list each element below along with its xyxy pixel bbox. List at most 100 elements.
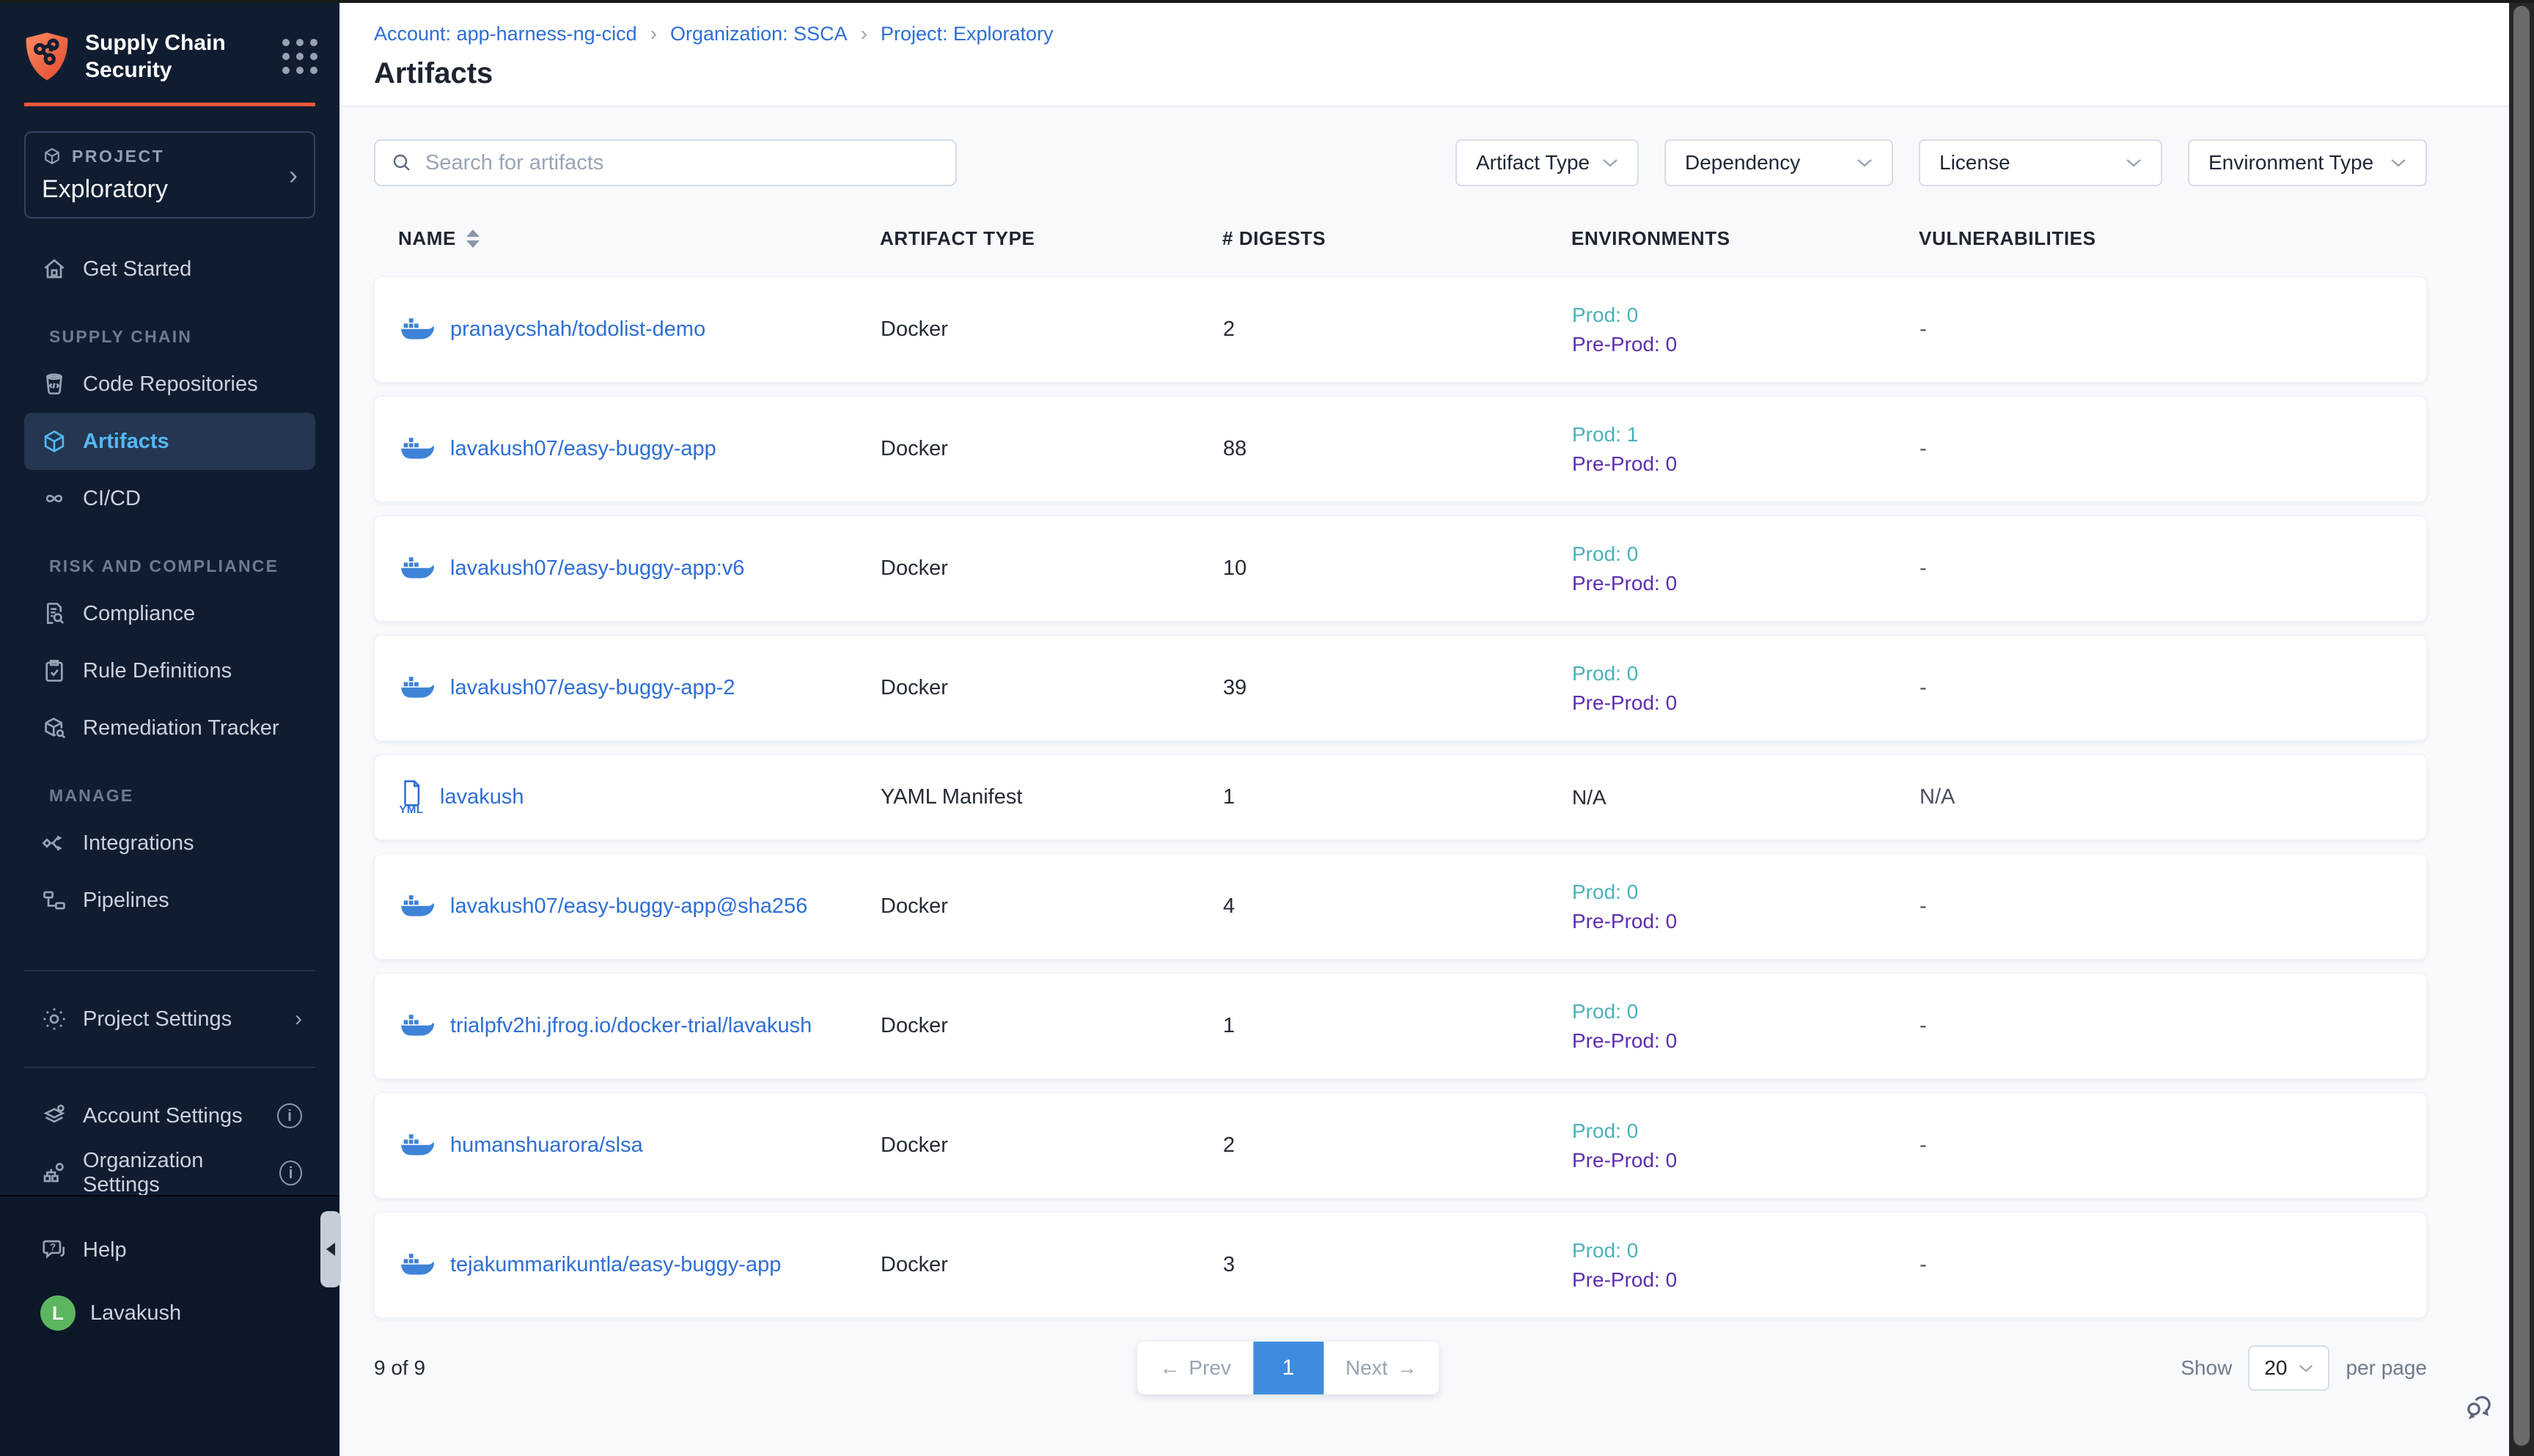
prev-page-button[interactable]: ← Prev xyxy=(1137,1342,1253,1394)
breadcrumb-project-link[interactable]: Project: Exploratory xyxy=(881,23,1054,45)
table-row: YML lavakush YAML Manifest 1 N/A N/A xyxy=(374,754,2427,840)
sidebar-item-label: Code Repositories xyxy=(83,372,258,397)
project-cube-icon xyxy=(42,146,62,166)
preprod-env-link[interactable]: Pre-Prod: 0 xyxy=(1572,691,1920,715)
sidebar-collapse-handle[interactable] xyxy=(320,1211,341,1287)
artifact-name-link[interactable]: lavakush07/easy-buggy-app:v6 xyxy=(450,556,744,581)
next-label: Next xyxy=(1345,1356,1388,1380)
artifact-name-link[interactable]: lavakush07/easy-buggy-app xyxy=(450,437,716,461)
sidebar-item-pipelines[interactable]: Pipelines xyxy=(24,872,315,929)
filter-label: License xyxy=(1939,151,2010,174)
prod-env-link[interactable]: Prod: 0 xyxy=(1572,304,1920,327)
search-input[interactable] xyxy=(425,151,941,175)
artifact-name-link[interactable]: lavakush07/easy-buggy-app@sha256 xyxy=(450,894,807,919)
column-header-artifact-type: ARTIFACT TYPE xyxy=(880,227,1222,250)
sidebar-item-integrations[interactable]: Integrations xyxy=(24,815,315,872)
vulnerabilities-cell: - xyxy=(1920,1133,2426,1158)
sidebar-item-organization-settings[interactable]: Organization Settings i xyxy=(24,1144,315,1202)
section-supply-chain: SUPPLY CHAIN xyxy=(49,327,339,347)
environment-type-filter[interactable]: Environment Type xyxy=(2188,139,2427,186)
page-size-value: 20 xyxy=(2264,1356,2287,1380)
artifact-name-link[interactable]: pranaycshah/todolist-demo xyxy=(450,317,705,342)
prod-env-link[interactable]: Prod: 1 xyxy=(1572,423,1920,446)
scrollbar-thumb[interactable] xyxy=(2513,6,2530,1446)
project-label: PROJECT xyxy=(72,147,164,166)
column-header-vulnerabilities: VULNERABILITIES xyxy=(1919,227,2427,250)
yaml-icon: YML xyxy=(399,779,424,816)
digest-count-cell: 3 xyxy=(1223,1253,1572,1277)
supply-chain-security-logo-icon xyxy=(23,31,70,82)
table-row: trialpfv2hi.jfrog.io/docker-trial/lavaku… xyxy=(374,973,2427,1079)
sidebar-item-code-repositories[interactable]: Code Repositories xyxy=(24,356,315,413)
artifact-type-filter[interactable]: Artifact Type xyxy=(1455,139,1639,186)
window-scrollbar[interactable] xyxy=(2509,0,2534,1456)
info-icon[interactable]: i xyxy=(279,1161,302,1185)
environments-cell: Prod: 0 Pre-Prod: 0 xyxy=(1572,1119,1920,1172)
sidebar-item-cicd[interactable]: CI/CD xyxy=(24,470,315,527)
infinity-icon xyxy=(40,485,68,512)
document-search-icon xyxy=(40,600,68,628)
preprod-env-link[interactable]: Pre-Prod: 0 xyxy=(1572,910,1920,933)
chevron-down-icon xyxy=(1857,158,1873,168)
docker-icon xyxy=(399,555,434,583)
sidebar-item-get-started[interactable]: Get Started xyxy=(24,240,315,298)
preprod-env-link[interactable]: Pre-Prod: 0 xyxy=(1572,1149,1920,1172)
artifact-name-link[interactable]: trialpfv2hi.jfrog.io/docker-trial/lavaku… xyxy=(450,1014,812,1038)
preprod-env-link[interactable]: Pre-Prod: 0 xyxy=(1572,1029,1920,1053)
preprod-env-link[interactable]: Pre-Prod: 0 xyxy=(1572,1268,1920,1292)
sidebar-item-label: Project Settings xyxy=(83,1007,232,1032)
support-chat-icon[interactable] xyxy=(2462,1388,2497,1427)
prod-env-link[interactable]: Prod: 0 xyxy=(1572,880,1920,904)
prod-env-link[interactable]: Prod: 0 xyxy=(1572,1119,1920,1143)
sort-icon[interactable] xyxy=(466,229,480,248)
sidebar-item-remediation-tracker[interactable]: Remediation Tracker xyxy=(24,699,315,757)
sidebar-item-artifacts[interactable]: Artifacts xyxy=(24,413,315,470)
project-name: Exploratory xyxy=(42,175,289,204)
environments-cell: Prod: 0 Pre-Prod: 0 xyxy=(1572,1239,1920,1292)
table-row: pranaycshah/todolist-demo Docker 2 Prod:… xyxy=(374,276,2427,383)
page-size-select[interactable]: 20 xyxy=(2248,1345,2329,1391)
pager: ← Prev 1 Next → xyxy=(1137,1342,1439,1394)
environments-cell: N/A xyxy=(1572,786,1920,809)
sidebar-item-help[interactable]: ? Help xyxy=(24,1218,315,1282)
sidebar-item-compliance[interactable]: Compliance xyxy=(24,585,315,642)
digest-count-cell: 88 xyxy=(1223,437,1572,461)
sidebar-item-project-settings[interactable]: Project Settings › xyxy=(24,990,315,1048)
preprod-env-link[interactable]: Pre-Prod: 0 xyxy=(1572,452,1920,476)
project-selector[interactable]: PROJECT Exploratory › xyxy=(24,131,315,218)
vulnerabilities-cell: - xyxy=(1920,1014,2426,1038)
prod-env-link[interactable]: Prod: 0 xyxy=(1572,543,1920,566)
pagination-bar: 9 of 9 ← Prev 1 Next → Show 20 per page xyxy=(374,1340,2427,1396)
main-area: Account: app-harness-ng-cicd › Organizat… xyxy=(339,0,2509,1456)
filter-label: Environment Type xyxy=(2208,151,2373,174)
user-menu[interactable]: L Lavakush xyxy=(24,1282,315,1345)
preprod-env-link[interactable]: Pre-Prod: 0 xyxy=(1572,333,1920,356)
preprod-env-link[interactable]: Pre-Prod: 0 xyxy=(1572,572,1920,595)
page-number-button[interactable]: 1 xyxy=(1253,1342,1323,1394)
sidebar-item-account-settings[interactable]: Account Settings i xyxy=(24,1087,315,1144)
breadcrumb-organization-link[interactable]: Organization: SSCA xyxy=(670,23,848,45)
sidebar-nav: Get Started SUPPLY CHAIN Code Repositori… xyxy=(0,240,339,1202)
artifact-name-link[interactable]: humanshuarora/slsa xyxy=(450,1133,643,1158)
show-label: Show xyxy=(2181,1356,2232,1380)
breadcrumb-account-link[interactable]: Account: app-harness-ng-cicd xyxy=(374,23,637,45)
module-switcher-grid-icon[interactable] xyxy=(282,39,317,74)
sidebar-item-rule-definitions[interactable]: Rule Definitions xyxy=(24,642,315,699)
page-size-group: Show 20 per page xyxy=(2181,1345,2427,1391)
prod-env-link[interactable]: Prod: 0 xyxy=(1572,1000,1920,1023)
code-repository-icon xyxy=(40,370,68,398)
next-page-button[interactable]: Next → xyxy=(1323,1342,1439,1394)
license-filter[interactable]: License xyxy=(1919,139,2162,186)
artifact-name-link[interactable]: lavakush xyxy=(440,785,524,809)
sidebar: Supply Chain Security PROJECT Explorator… xyxy=(0,0,339,1456)
artifact-name-link[interactable]: tejakummarikuntla/easy-buggy-app xyxy=(450,1253,781,1277)
app-title: Supply Chain Security xyxy=(85,29,240,84)
prod-env-link[interactable]: Prod: 0 xyxy=(1572,1239,1920,1262)
artifact-name-link[interactable]: lavakush07/easy-buggy-app-2 xyxy=(450,676,735,700)
info-icon[interactable]: i xyxy=(277,1103,302,1128)
artifact-name-cell: YML lavakush xyxy=(399,779,881,816)
artifact-type-cell: Docker xyxy=(881,1133,1223,1158)
prod-env-link[interactable]: Prod: 0 xyxy=(1572,662,1920,685)
chevron-right-icon: › xyxy=(295,1007,302,1032)
dependency-filter[interactable]: Dependency xyxy=(1664,139,1893,186)
